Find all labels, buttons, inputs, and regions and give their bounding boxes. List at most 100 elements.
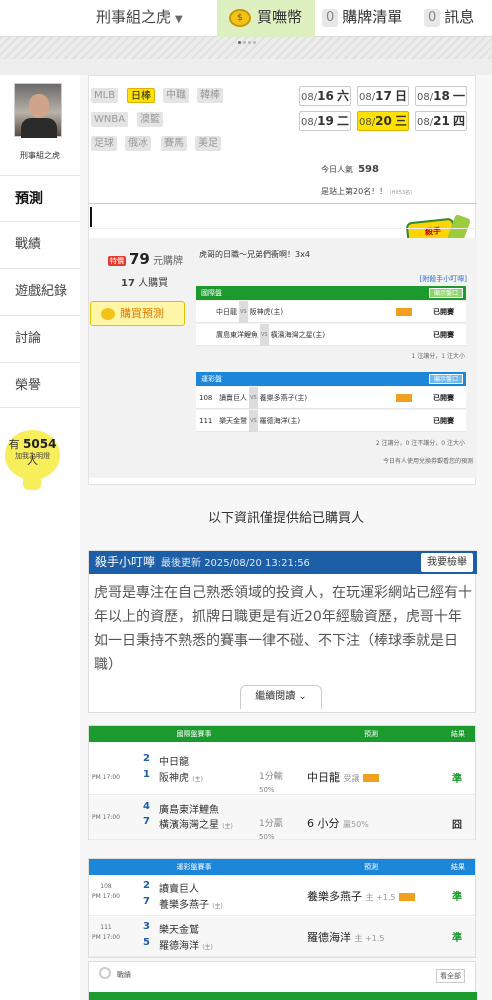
sidebar-item-predict[interactable]: 預測 xyxy=(0,175,80,221)
league-tab-mlb[interactable]: MLB xyxy=(91,88,119,103)
table-header: 國際盤賽事 預測 結果 xyxy=(89,726,475,742)
intl-note: 1 注讓分，1 注大小 xyxy=(411,353,465,360)
intl-header: 國際盤 顯示盤口 xyxy=(196,286,466,300)
coin-icon xyxy=(101,308,115,320)
league-tab-wnba[interactable]: WNBA xyxy=(91,112,129,127)
fans-text: 加我為明燈 xyxy=(15,452,50,460)
sidebar-item-label: 預測 xyxy=(15,191,43,207)
info-text: 以下資訊僅提供給已購買人 xyxy=(207,511,364,526)
date-tab[interactable]: 08/17 日 xyxy=(357,86,409,106)
fan-lightbulb-button[interactable]: 有 5054 人 加我為明燈 xyxy=(5,430,60,490)
pick-icon xyxy=(363,774,379,782)
record-header-bar xyxy=(89,992,477,1000)
date-tab[interactable]: 08/21 四 xyxy=(415,111,467,131)
sidebar-item-honor[interactable]: 榮譽 xyxy=(0,362,80,408)
price: 特價 79 元購牌 xyxy=(108,250,184,268)
prediction-panel: 特價 79 元購牌 17 人購買 購買預測 虎哥的日職～兄弟們衝啊！3x4 [附殺… xyxy=(89,238,477,478)
carousel-dot[interactable] xyxy=(253,41,256,44)
username: 刑事組之虎 xyxy=(96,8,172,26)
popularity: 今日人氣 598 xyxy=(321,164,379,175)
result-lose: 囧 xyxy=(452,820,462,831)
report-button[interactable]: 我要檢舉 xyxy=(421,553,473,572)
view-all-button[interactable]: 看全部 xyxy=(436,969,465,983)
buy-coin-label: 買嘸幣 xyxy=(257,8,303,26)
chevron-down-icon: ▼ xyxy=(175,14,183,25)
prediction-card: MLB 日棒 中職 韓棒 WNBA 澳籃 足球 俄冰 賽馬 美足 08/16 六… xyxy=(88,75,477,485)
record-title: 戰績 xyxy=(117,971,131,979)
record-section: 戰績 看全部 xyxy=(88,961,477,1000)
lottery-game-row: 111 樂天金鷲 VS 羅德海洋(主) 已開賽 xyxy=(196,410,466,432)
carousel-indicator xyxy=(0,37,492,59)
result-win: 準 xyxy=(452,892,462,903)
sidebar-item-game-log[interactable]: 遊戲紀錄 xyxy=(0,268,80,314)
intl-game-row: 中日龍 VS 阪神虎(主) 已開賽 xyxy=(196,301,466,323)
read-more-button[interactable]: 繼續閱讀 ⌄ xyxy=(240,685,322,709)
avatar[interactable] xyxy=(14,83,62,138)
main-content: MLB 日棒 中職 韓棒 WNBA 澳籃 足球 俄冰 賽馬 美足 08/16 六… xyxy=(80,75,492,1000)
carousel-dot[interactable] xyxy=(248,41,251,44)
lottery-note: 2 注讓分，0 注不讓分，0 注大小 xyxy=(375,440,465,447)
result-win: 準 xyxy=(452,933,462,944)
lottery-result-table: 運彩盤賽事 預測 結果 108 PM 17:00 2 讀賣巨人 7 養樂多燕子 (主… xyxy=(88,858,476,958)
pick-icon xyxy=(396,394,412,402)
rank-text: 是站上第20名！！ (Hit53名) xyxy=(321,187,413,196)
lottery-game-row: 108 讀賣巨人 VS 養樂多燕子(主) 已開賽 xyxy=(196,387,466,409)
sidebar: 刑事組之虎 預測 戰績 遊戲紀錄 討論 榮譽 有 5054 人 加我為明燈 xyxy=(0,75,80,1000)
text-input-line[interactable] xyxy=(89,203,477,229)
chevron-down-icon: ⌄ xyxy=(298,691,307,702)
league-tab-horse[interactable]: 賽馬 xyxy=(161,136,187,151)
league-tab-soccer[interactable]: 足球 xyxy=(91,136,117,151)
messages-link[interactable]: 0 訊息 xyxy=(424,0,474,34)
sidebar-item-label: 戰績 xyxy=(15,237,42,252)
table-row: 108 PM 17:00 2 讀賣巨人 7 養樂多燕子 (主) 養樂多燕子 主 +1… xyxy=(89,876,475,916)
carousel-dot[interactable] xyxy=(243,41,246,44)
sidebar-username: 刑事組之虎 xyxy=(20,151,60,160)
sidebar-item-label: 遊戲紀錄 xyxy=(15,284,68,299)
tips-box: 殺手小叮嚀 最後更新 2025/08/20 13:21:56 我要檢舉 虎哥是專注在… xyxy=(88,550,477,713)
show-odds-button[interactable]: 顯示盤口 xyxy=(428,374,463,384)
intl-result-table: 國際盤賽事 預測 結果 PM 17:00 2 中日龍 1 阪神虎 (主) 1分輸 50… xyxy=(88,725,476,841)
intl-game-row: 廣島東洋鯉魚 VS 橫濱海灣之星(主) 已開賽 xyxy=(196,324,466,346)
tips-link[interactable]: [附殺手小叮嚀] xyxy=(420,274,467,284)
pick-icon xyxy=(398,893,415,901)
messages-label: 訊息 xyxy=(444,8,475,26)
buy-prediction-button[interactable]: 購買預測 xyxy=(90,301,185,326)
buy-coin-button[interactable]: $ 買嘸幣 xyxy=(217,0,315,37)
table-row: 111 PM 17:00 3 樂天金鷲 5 羅德海洋 (主) 羅德海洋 主 +1.5… xyxy=(89,917,475,957)
tips-header: 殺手小叮嚀 最後更新 2025/08/20 13:21:56 我要檢舉 xyxy=(89,551,477,574)
league-tab-npb[interactable]: 日棒 xyxy=(127,88,155,103)
sidebar-item-record[interactable]: 戰績 xyxy=(0,221,80,267)
coin-icon: $ xyxy=(229,8,251,27)
purchase-count: 0 xyxy=(322,8,339,27)
league-tab-cpbl[interactable]: 中職 xyxy=(163,88,189,103)
date-tab[interactable]: 08/16 六 xyxy=(299,86,351,106)
show-odds-button[interactable]: 顯示盤口 xyxy=(428,288,463,298)
table-row: PM 17:00 4 廣島東洋鯉魚 7 橫濱海灣之星 (主) 1分贏 50% 6 小分… xyxy=(89,796,475,841)
league-tab-khl[interactable]: 俄冰 xyxy=(125,136,151,151)
carousel-dot[interactable] xyxy=(238,41,241,44)
lottery-header: 運彩盤 顯示盤口 xyxy=(196,372,466,386)
sidebar-item-label: 討論 xyxy=(15,331,42,346)
tips-body: 虎哥是專注在自己熟悉領域的投資人，在玩運彩網站已經有十年以上的資歷，抓牌日職更是… xyxy=(94,585,472,673)
top-bar: 刑事組之虎 ▼ $ 買嘸幣 0 購牌清單 0 訊息 xyxy=(0,0,492,37)
pick-icon xyxy=(396,308,412,316)
purchase-list-label: 購牌清單 xyxy=(342,8,403,26)
league-tab-nbl[interactable]: 澳籃 xyxy=(137,112,163,127)
prediction-description: 虎哥的日職～兄弟們衝啊！3x4 xyxy=(199,250,310,259)
exchange-note: 今日有人使用兌換券觀看您的預測 xyxy=(382,458,473,465)
purchase-list-link[interactable]: 0 購牌清單 xyxy=(322,0,402,34)
sidebar-item-label: 榮譽 xyxy=(15,378,42,393)
result-win: 準 xyxy=(452,774,462,785)
league-tab-kbo[interactable]: 韓棒 xyxy=(197,88,223,103)
user-menu[interactable]: 刑事組之虎 ▼ xyxy=(96,0,183,37)
record-icon xyxy=(99,967,111,979)
message-count: 0 xyxy=(424,8,441,27)
buyer-count: 17 人購買 xyxy=(121,278,169,289)
table-row: PM 17:00 2 中日龍 1 阪神虎 (主) 1分輸 50% 中日龍 受讓 準 xyxy=(89,743,475,795)
sidebar-item-discuss[interactable]: 討論 xyxy=(0,315,80,361)
league-tab-nfl[interactable]: 美足 xyxy=(195,136,221,151)
table-header: 運彩盤賽事 預測 結果 xyxy=(89,859,475,875)
date-tab[interactable]: 08/19 二 xyxy=(299,111,351,131)
date-tab-active[interactable]: 08/20 三 xyxy=(357,111,409,131)
date-tab[interactable]: 08/18 一 xyxy=(415,86,467,106)
